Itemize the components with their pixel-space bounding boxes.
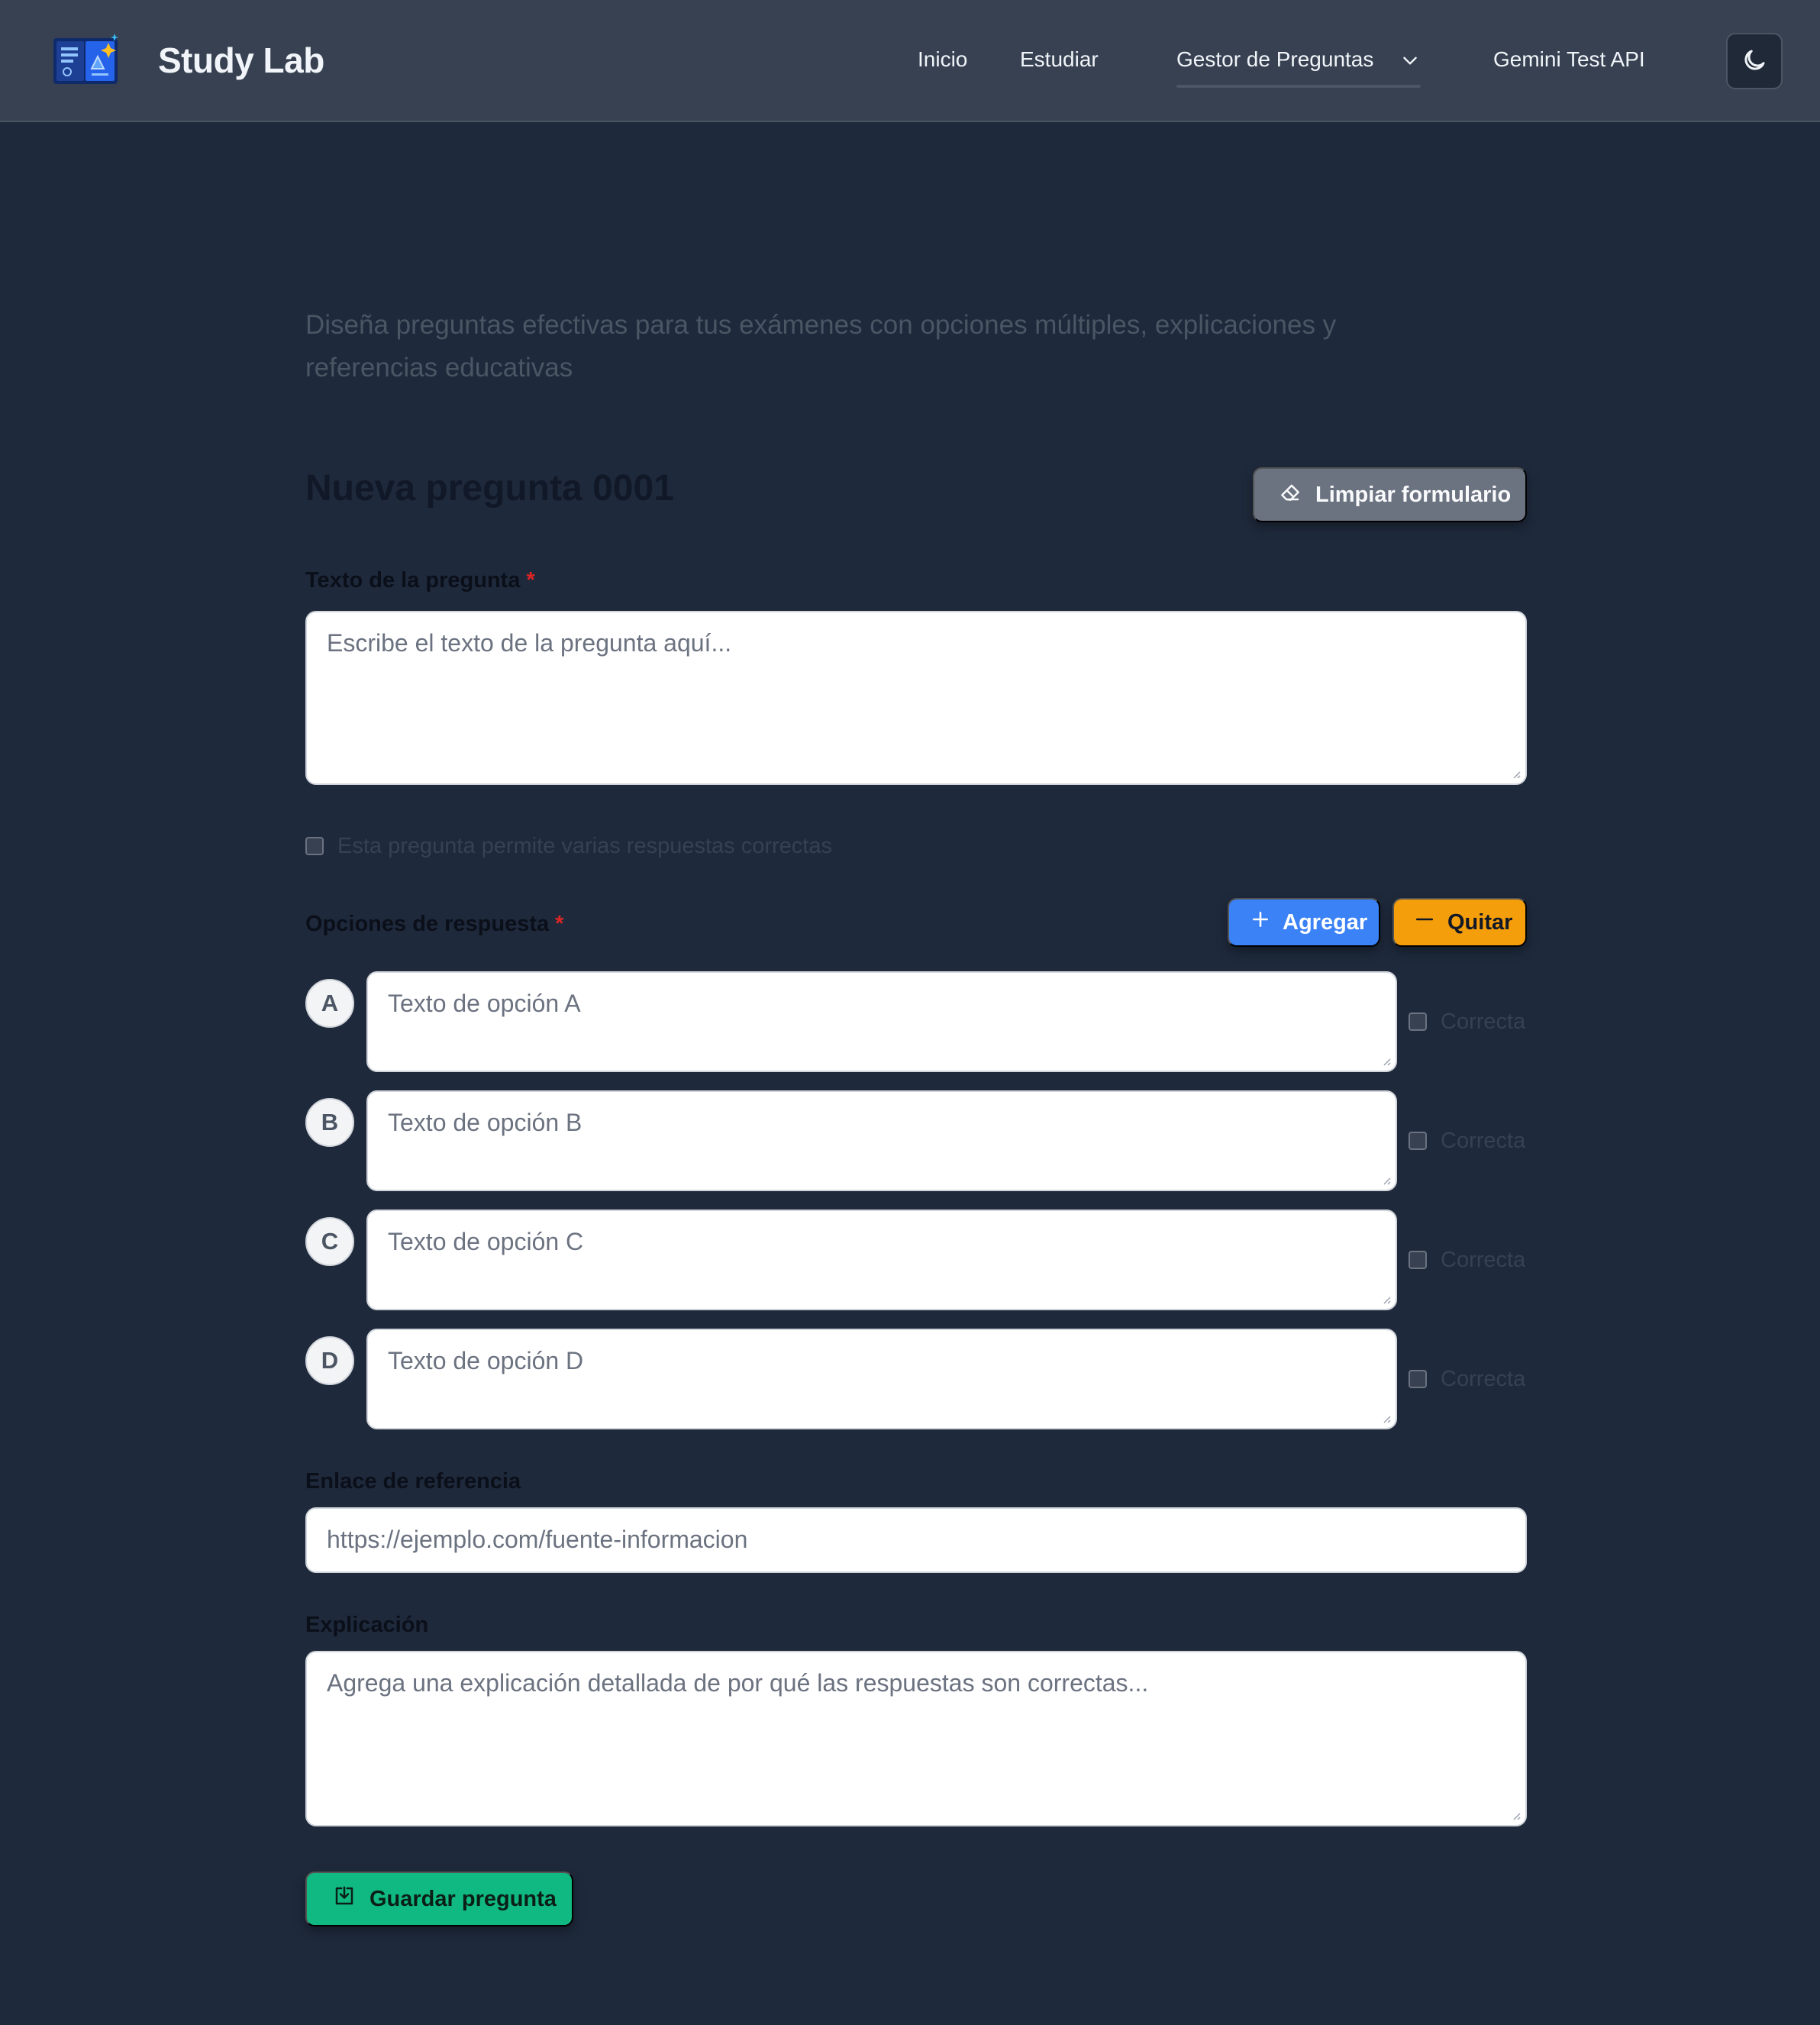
top-navbar: Study Lab Inicio Estudiar Gestor de Preg… [0,0,1820,122]
nav-link-gemini[interactable]: Gemini Test API [1493,47,1645,72]
add-option-label: Agregar [1283,909,1368,935]
reference-link-placeholder: https://ejemplo.com/fuente-informacion [327,1526,748,1553]
option-c-correct-checkbox[interactable] [1409,1251,1427,1269]
option-c-placeholder: Texto de opción C [388,1228,584,1255]
option-a-correct-checkbox[interactable] [1409,1012,1427,1031]
nav-link-inicio[interactable]: Inicio [918,47,967,72]
question-text-placeholder: Escribe el texto de la pregunta aquí... [327,629,732,657]
explanation-input[interactable]: Agrega una explicación detallada de por … [305,1651,1527,1826]
clear-form-label: Limpiar formulario [1315,482,1512,507]
required-mark: * [526,568,535,593]
option-letter-badge: C [305,1217,354,1266]
question-text-label-text: Texto de la pregunta [305,568,521,593]
resize-handle-icon[interactable] [1510,1810,1521,1820]
option-letter-badge: A [305,979,354,1028]
reference-link-label: Enlace de referencia [305,1469,521,1494]
nav-gestor-label: Gestor de Preguntas [1176,47,1374,71]
add-option-button[interactable]: Agregar [1228,898,1380,947]
option-d-correct-label[interactable]: Correcta [1441,1367,1525,1392]
explanation-label: Explicación [305,1613,429,1637]
option-c-correct-label[interactable]: Correcta [1441,1248,1525,1273]
option-b-correct-label[interactable]: Correcta [1441,1129,1525,1154]
clear-form-button[interactable]: Limpiar formulario [1253,467,1527,522]
reference-link-input[interactable]: https://ejemplo.com/fuente-informacion [305,1507,1527,1573]
option-letter-badge: B [305,1098,354,1147]
option-a-placeholder: Texto de opción A [388,990,581,1017]
required-mark: * [555,912,564,936]
chevron-down-icon [1400,50,1420,70]
minus-icon [1414,909,1447,935]
question-text-input[interactable]: Escribe el texto de la pregunta aquí... [305,611,1527,785]
study-lab-logo[interactable] [52,32,119,86]
nav-dropdown-gestor[interactable]: Gestor de Preguntas [1176,47,1417,72]
question-text-label: Texto de la pregunta * [305,568,535,593]
multiple-correct-label[interactable]: Esta pregunta permite varias respuestas … [337,834,832,859]
form-title: Nueva pregunta 0001 [305,468,674,509]
resize-handle-icon[interactable] [1380,1174,1391,1185]
option-b-input[interactable]: Texto de opción B [366,1090,1397,1191]
active-nav-indicator [1176,85,1421,88]
plus-icon [1250,909,1283,935]
remove-option-button[interactable]: Quitar [1392,898,1527,947]
theme-toggle-button[interactable] [1726,33,1783,89]
brand-title[interactable]: Study Lab [158,40,324,81]
option-c-input[interactable]: Texto de opción C [366,1210,1397,1310]
answer-options-label-text: Opciones de respuesta [305,912,550,936]
option-d-input[interactable]: Texto de opción D [366,1329,1397,1429]
save-question-button[interactable]: Guardar pregunta [305,1872,573,1926]
save-question-label: Guardar pregunta [369,1886,557,1911]
option-b-placeholder: Texto de opción B [388,1109,582,1136]
page-subtitle: Diseña preguntas efectivas para tus exám… [305,310,1337,383]
nav-link-estudiar[interactable]: Estudiar [1020,47,1099,72]
remove-option-label: Quitar [1447,909,1513,935]
option-a-correct-label[interactable]: Correcta [1441,1009,1525,1035]
answer-options-label: Opciones de respuesta * [305,912,563,937]
option-letter-badge: D [305,1336,354,1385]
eraser-icon [1279,480,1315,509]
option-d-placeholder: Texto de opción D [388,1347,584,1374]
resize-handle-icon[interactable] [1380,1413,1391,1423]
option-a-input[interactable]: Texto de opción A [366,971,1397,1072]
moon-icon [1741,47,1768,76]
resize-handle-icon[interactable] [1380,1293,1391,1304]
resize-handle-icon[interactable] [1510,768,1521,779]
multiple-correct-checkbox[interactable] [305,837,324,855]
save-icon [333,1885,369,1914]
option-d-correct-checkbox[interactable] [1409,1370,1427,1388]
option-b-correct-checkbox[interactable] [1409,1132,1427,1150]
explanation-placeholder: Agrega una explicación detallada de por … [327,1669,1149,1697]
resize-handle-icon[interactable] [1380,1055,1391,1066]
